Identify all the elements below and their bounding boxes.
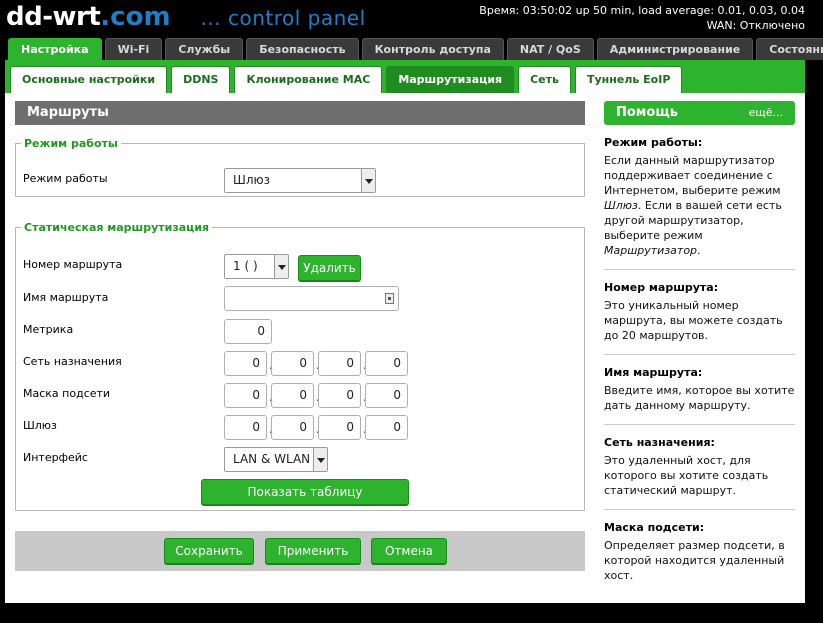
subtab-ddns[interactable]: DDNS xyxy=(171,66,231,93)
save-button[interactable]: Сохранить xyxy=(164,538,254,564)
gateway-octet-1[interactable]: 0 xyxy=(224,415,267,440)
chevron-down-icon xyxy=(274,255,288,278)
operating-mode-legend: Режим работы xyxy=(24,137,118,150)
tab-wifi[interactable]: Wi-Fi xyxy=(104,38,163,60)
gateway-octet-4[interactable]: 0 xyxy=(365,415,408,440)
operating-mode-label: Режим работы xyxy=(23,172,108,185)
help-item-text: Определяет размер подсети, в которой нах… xyxy=(604,539,785,582)
operating-mode-section: Режим работы Режим работы Шлюз xyxy=(15,137,585,197)
mask-octet-3[interactable]: 0 xyxy=(318,383,361,408)
router-status: Время: 03:50:02 up 50 min, load average:… xyxy=(479,3,805,33)
help-item-title: Номер маршрута: xyxy=(604,281,719,294)
logo-main: dd-wrt xyxy=(6,2,101,32)
content-area: Маршруты Режим работы Режим работы Шлюз … xyxy=(5,93,805,603)
tab-nat-qos[interactable]: NAT / QoS xyxy=(506,38,594,60)
static-routing-legend: Статическая маршрутизация xyxy=(24,221,210,234)
mask-octet-2[interactable]: 0 xyxy=(271,383,314,408)
interface-select[interactable]: LAN & WLAN xyxy=(224,447,328,472)
subtab-networking[interactable]: Сеть xyxy=(518,66,571,93)
help-item: Режим работы: Если данный маршрутизатор … xyxy=(604,125,795,270)
route-name-label: Имя маршрута xyxy=(23,291,109,304)
route-name-input[interactable] xyxy=(224,286,399,311)
tab-services[interactable]: Службы xyxy=(165,38,244,60)
help-item: Маска подсети: Определяет размер подсети… xyxy=(604,510,795,594)
help-item-title: Имя маршрута: xyxy=(604,366,703,379)
route-number-value: 1 ( ) xyxy=(233,259,258,273)
mask-octet-4[interactable]: 0 xyxy=(365,383,408,408)
wan-status: WAN: Отключено xyxy=(706,19,805,32)
help-sidebar: Помощь ещё... Режим работы: Если данный … xyxy=(604,101,795,594)
static-routing-section: Статическая маршрутизация Номер маршрута… xyxy=(15,221,585,523)
route-number-label: Номер маршрута xyxy=(23,258,123,271)
help-header: Помощь ещё... xyxy=(604,101,795,125)
subtab-basic-setup[interactable]: Основные настройки xyxy=(10,66,168,93)
subtab-eoip-tunnel[interactable]: Туннель EoIP xyxy=(574,66,683,93)
routing-panel: Маршруты Режим работы Режим работы Шлюз … xyxy=(15,101,585,571)
subnet-mask-label: Маска подсети xyxy=(23,387,111,400)
help-item-text: Это уникальный номер маршрута, вы можете… xyxy=(604,299,783,342)
operating-mode-select[interactable]: Шлюз xyxy=(224,168,376,193)
metric-input[interactable]: 0 xyxy=(224,319,272,344)
chevron-down-icon xyxy=(361,169,375,192)
tab-administration[interactable]: Администрирование xyxy=(596,38,754,60)
gateway-label: Шлюз xyxy=(23,419,57,432)
tab-status[interactable]: Состояние xyxy=(756,38,823,60)
help-item-title: Режим работы: xyxy=(604,136,703,149)
gateway-octet-2[interactable]: 0 xyxy=(271,415,314,440)
ddwrt-logo: dd-wrt .com ... control panel xyxy=(6,2,366,36)
destination-octet-4[interactable]: 0 xyxy=(365,351,408,376)
show-routing-table-button[interactable]: Показать таблицу маршрутизации xyxy=(201,479,409,523)
cancel-button[interactable]: Отмена xyxy=(371,538,447,564)
uptime-text: Время: 03:50:02 up 50 min, load average:… xyxy=(479,4,805,17)
operating-mode-value: Шлюз xyxy=(233,173,270,187)
help-item-text: Это удаленный хост, для которого вы хоти… xyxy=(604,454,769,497)
destination-octet-1[interactable]: 0 xyxy=(224,351,267,376)
help-item-text: Если данный маршрутизатор поддерживает с… xyxy=(604,154,782,257)
destination-octet-2[interactable]: 0 xyxy=(271,351,314,376)
tab-security[interactable]: Безопасность xyxy=(246,38,359,60)
main-nav-tabs: Настройка Wi-Fi Службы Безопасность Конт… xyxy=(8,38,823,60)
tab-access-restrictions[interactable]: Контроль доступа xyxy=(361,38,504,60)
help-item-title: Маска подсети: xyxy=(604,521,705,534)
panel-title: Маршруты xyxy=(15,101,585,125)
subtab-routing[interactable]: Маршрутизация xyxy=(386,66,515,93)
tab-setup[interactable]: Настройка xyxy=(8,38,102,60)
interface-label: Интерфейс xyxy=(23,451,88,464)
logo-subtitle: ... control panel xyxy=(200,6,366,30)
logo-com: .com xyxy=(100,2,171,32)
metric-label: Метрика xyxy=(23,323,74,336)
gateway-octet-3[interactable]: 0 xyxy=(318,415,361,440)
delete-route-button[interactable]: Удалить xyxy=(298,255,361,281)
help-more-link[interactable]: ещё... xyxy=(749,101,783,125)
route-number-select[interactable]: 1 ( ) xyxy=(224,254,289,279)
apply-button[interactable]: Применить xyxy=(265,538,361,564)
subtab-mac-clone[interactable]: Клонирование MAC xyxy=(234,66,383,93)
password-manager-icon xyxy=(385,293,394,304)
help-item: Сеть назначения: Это удаленный хост, для… xyxy=(604,425,795,510)
help-title: Помощь xyxy=(616,105,678,120)
help-item: Имя маршрута: Введите имя, которое вы хо… xyxy=(604,355,795,425)
help-item: Номер маршрута: Это уникальный номер мар… xyxy=(604,270,795,355)
destination-label: Сеть назначения xyxy=(23,355,122,368)
help-item-title: Сеть назначения: xyxy=(604,436,715,449)
chevron-down-icon xyxy=(313,448,327,471)
sub-nav-tabs: Основные настройки DDNS Клонирование MAC… xyxy=(10,66,683,93)
action-bar: Сохранить Применить Отмена xyxy=(15,531,585,571)
top-bar: dd-wrt .com ... control panel Время: 03:5… xyxy=(0,0,823,36)
interface-value: LAN & WLAN xyxy=(233,452,311,466)
mask-octet-1[interactable]: 0 xyxy=(224,383,267,408)
destination-octet-3[interactable]: 0 xyxy=(318,351,361,376)
help-item-text: Введите имя, которое вы хотите дать данн… xyxy=(604,384,795,412)
